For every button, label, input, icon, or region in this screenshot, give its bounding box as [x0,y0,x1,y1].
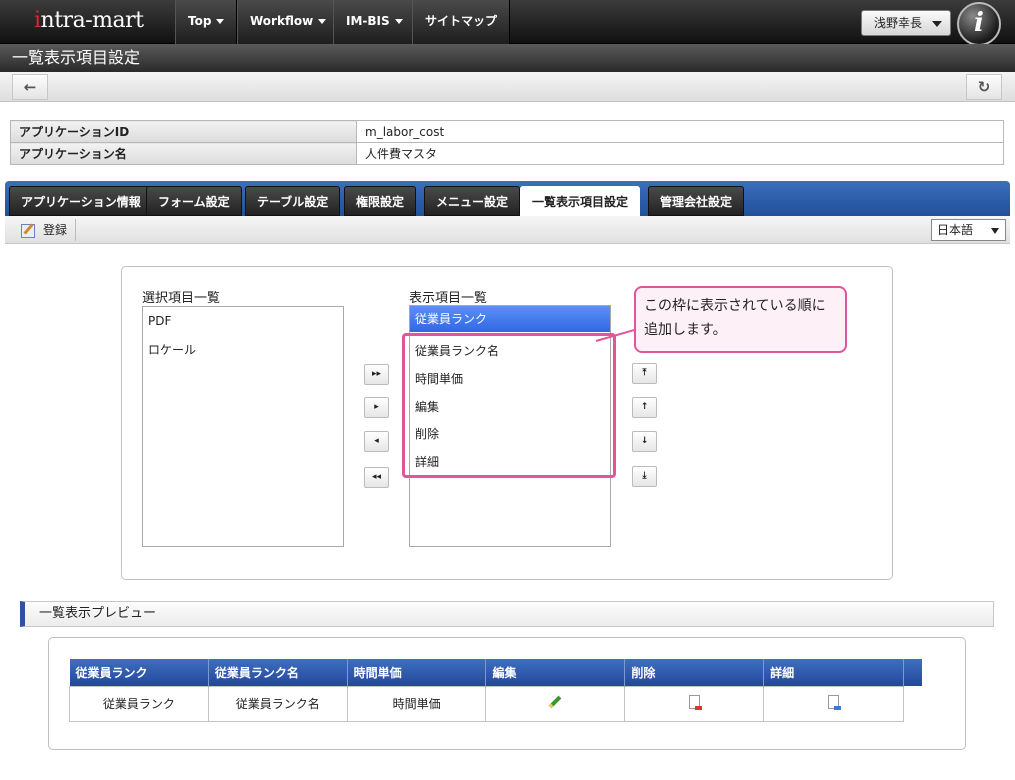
tab-form-settings[interactable]: フォーム設定 [146,186,242,216]
move-all-right-button[interactable]: ▸▸ [364,364,389,385]
scrollbar-header-filler [903,659,922,686]
move-right-button[interactable]: ▸ [364,397,389,418]
language-value: 日本語 [937,223,974,237]
table-cell: 従業員ランク名 [207,685,348,722]
preview-table: 従業員ランク 従業員ランク名 時間単価 編集 削除 詳細 従業員ランク 従業員ラ… [69,659,922,722]
intra-mart-logo[interactable]: iintra-martntra-mart [34,8,144,33]
app-name-value: 人件費マスタ [356,142,1004,165]
available-items-list[interactable]: PDF ロケール [142,306,344,547]
app-id-value: m_labor_cost [356,120,1004,143]
chevron-down-icon [932,21,942,27]
preview-section-header: 一覧表示プレビュー [20,601,994,627]
tab-table-settings[interactable]: テーブル設定 [245,186,341,216]
application-info-table: アプリケーションID m_labor_cost アプリケーション名 人件費マスタ [10,120,1004,165]
nav-workflow[interactable]: Workflow [237,0,340,44]
user-name: 浅野幸長 [874,16,923,30]
table-cell [763,685,904,722]
table-cell: 時間単価 [346,685,487,722]
table-cell [624,685,765,722]
chevron-down-icon [991,228,999,234]
app-name-label: アプリケーション名 [10,142,357,165]
back-arrow-icon[interactable]: ← [12,74,48,100]
nav-sitemap[interactable]: サイトマップ [412,0,511,44]
intra-mart-badge-icon[interactable]: i [957,2,1001,46]
column-header: 削除 [624,659,765,686]
global-header: iintra-martntra-mart Top Workflow IM-BIS… [0,0,1015,46]
table-cell: 従業員ランク [69,685,209,722]
tab-list-display-settings[interactable]: 一覧表示項目設定 [520,186,641,217]
nav-top[interactable]: Top [175,0,238,44]
column-header: 編集 [485,659,626,686]
list-item-selected[interactable]: 従業員ランク [410,306,610,332]
user-menu[interactable]: 浅野幸長 [861,10,951,36]
tab-permission-settings[interactable]: 権限設定 [344,186,417,216]
move-all-left-button[interactable]: ◂◂ [364,467,389,488]
nav-im-bis-label: IM-BIS [346,14,390,28]
column-header: 詳細 [763,659,904,686]
language-select[interactable]: 日本語 [931,219,1006,241]
nav-sitemap-label: サイトマップ [425,14,498,28]
page-toolbar: ← ↻ [0,72,1015,102]
tab-application-info[interactable]: アプリケーション情報 [9,186,153,216]
detail-document-icon[interactable] [828,695,842,710]
page-title: 一覧表示項目設定 [0,44,1015,72]
app-id-label: アプリケーションID [10,120,357,143]
move-to-top-button[interactable]: ⤒ [632,363,657,384]
move-up-button[interactable]: ↑ [632,397,657,418]
register-button[interactable]: 登録 [15,219,77,241]
table-cell [485,685,626,722]
list-item[interactable]: PDF [148,314,171,328]
nav-workflow-label: Workflow [250,14,314,28]
displayed-items-label: 表示項目一覧 [409,291,488,306]
tab-menu-settings[interactable]: メニュー設定 [424,186,521,216]
chevron-down-icon [216,19,225,24]
detail-mark [834,706,842,710]
action-toolbar: 登録 日本語 [5,216,1010,244]
annotation-callout: この枠に表示されている順に追加します。 [634,286,847,353]
tab-management-company-settings[interactable]: 管理会社設定 [648,186,745,216]
chevron-down-icon [318,19,327,24]
list-item[interactable]: ロケール [148,341,196,358]
delete-document-icon[interactable] [688,695,702,710]
column-header: 時間単価 [347,659,487,686]
column-header: 従業員ランク名 [208,659,348,686]
table-row: 従業員ランク 従業員ランク名 時間単価 [69,685,922,722]
nav-im-bis[interactable]: IM-BIS [333,0,416,44]
column-header: 従業員ランク [69,659,209,686]
pencil-edit-icon[interactable] [549,695,562,709]
refresh-icon[interactable]: ↻ [966,74,1002,100]
chevron-down-icon [394,19,403,24]
settings-tabs: アプリケーション情報 フォーム設定 テーブル設定 権限設定 メニュー設定 一覧表… [5,181,1010,217]
highlight-frame [402,333,616,478]
register-label: 登録 [43,223,68,237]
delete-mark [694,706,702,710]
move-to-bottom-button[interactable]: ⤓ [632,466,657,487]
move-down-button[interactable]: ↓ [632,431,657,452]
move-left-button[interactable]: ◂ [364,431,389,452]
edit-icon [21,223,35,238]
nav-top-label: Top [188,14,212,28]
table-cell-filler [903,686,921,721]
available-items-label: 選択項目一覧 [142,291,221,306]
